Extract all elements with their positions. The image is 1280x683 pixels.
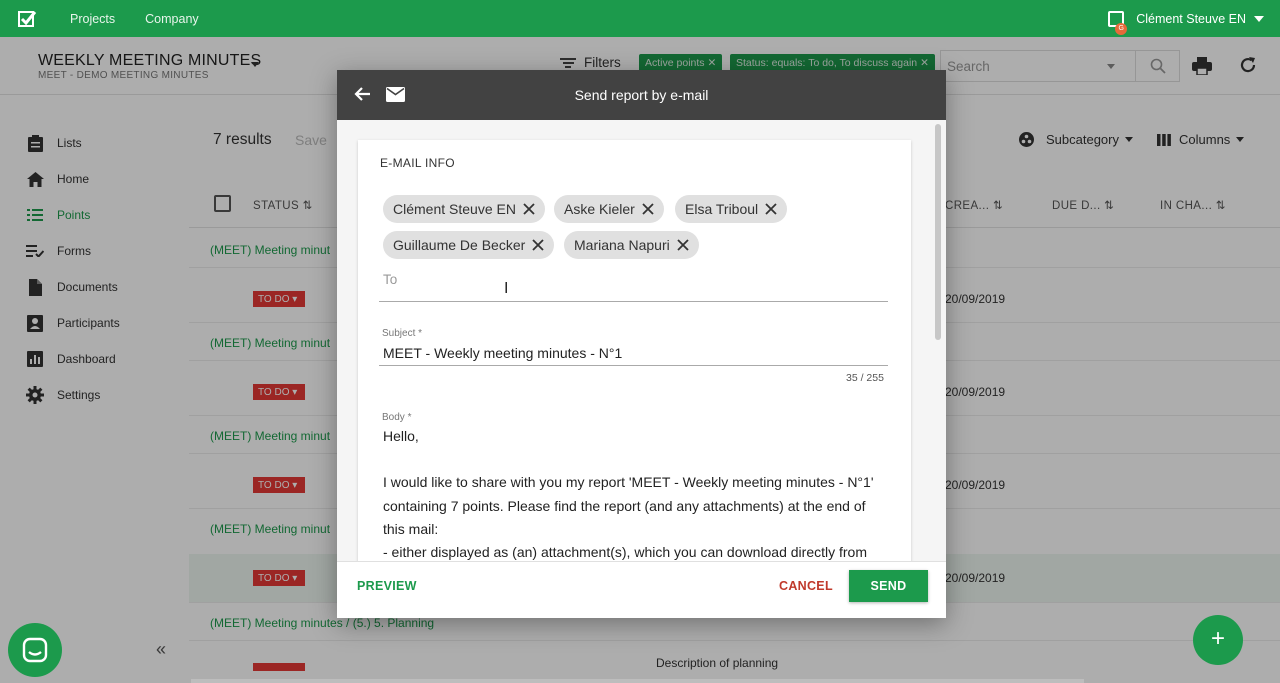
cancel-button[interactable]: CANCEL (779, 579, 833, 593)
user-icon: G (1108, 10, 1128, 35)
send-report-dialog: Send report by e-mail E-MAIL INFO Clémen… (337, 70, 946, 618)
user-badge: G (1115, 22, 1128, 35)
top-bar: Projects Company G Clément Steuve EN (0, 0, 1280, 37)
body-label: Body * (382, 412, 412, 423)
recipient-name: Aske Kieler (564, 201, 635, 217)
vertical-scrollbar[interactable] (935, 124, 941, 340)
email-info-card: E-MAIL INFO Clément Steuve EN Aske Kiele… (358, 140, 911, 561)
body-line: I would like to share with you my report… (383, 474, 874, 491)
body-line: Hello, (383, 428, 419, 444)
nav-company[interactable]: Company (145, 12, 199, 26)
dialog-title: Send report by e-mail (574, 87, 709, 103)
body-line: this mail: (383, 520, 439, 537)
recipient-chip[interactable]: Elsa Triboul (675, 195, 788, 223)
close-icon[interactable] (677, 239, 689, 251)
recipient-chip[interactable]: Mariana Napuri (564, 231, 699, 259)
chat-button[interactable] (8, 623, 62, 677)
subject-input[interactable]: MEET - Weekly meeting minutes - N°1 (383, 345, 622, 361)
chat-icon (22, 637, 48, 663)
recipient-name: Elsa Triboul (685, 201, 759, 217)
recipient-chip[interactable]: Guillaume De Becker (383, 231, 555, 259)
input-underline (379, 301, 888, 302)
recipient-name: Guillaume De Becker (393, 237, 526, 253)
user-menu[interactable]: G Clément Steuve EN (1108, 0, 1264, 37)
close-icon[interactable] (765, 203, 777, 215)
close-icon[interactable] (642, 203, 654, 215)
chevron-down-icon (1254, 15, 1264, 22)
body-textarea[interactable]: Hello, I would like to share with you my… (383, 425, 893, 561)
recipient-name: Clément Steuve EN (393, 201, 516, 217)
horizontal-scrollbar[interactable] (191, 679, 1084, 683)
dialog-footer: PREVIEW CANCEL SEND (337, 561, 946, 618)
input-underline (379, 365, 888, 366)
close-icon[interactable] (532, 239, 544, 251)
send-button[interactable]: SEND (849, 570, 928, 602)
body-line: containing 7 points. Please find the rep… (383, 497, 866, 514)
body-line: - either displayed as (an) attachment(s)… (383, 544, 867, 561)
dialog-body: E-MAIL INFO Clément Steuve EN Aske Kiele… (337, 120, 946, 561)
user-name: Clément Steuve EN (1136, 11, 1246, 26)
to-input[interactable]: To (383, 272, 397, 287)
recipient-chip[interactable]: Clément Steuve EN (383, 195, 545, 223)
recipient-name: Mariana Napuri (574, 237, 670, 253)
text-cursor-icon: I (504, 280, 509, 297)
subject-label: Subject * (382, 328, 423, 339)
plus-icon: + (1210, 625, 1225, 652)
nav-projects[interactable]: Projects (70, 12, 115, 26)
close-icon[interactable] (523, 203, 535, 215)
recipient-chip[interactable]: Aske Kieler (554, 195, 664, 223)
character-counter: 35 / 255 (846, 372, 884, 384)
app-logo-icon[interactable] (16, 8, 38, 30)
body-line (383, 448, 893, 471)
add-point-button[interactable]: + (1193, 615, 1243, 665)
preview-button[interactable]: PREVIEW (357, 579, 417, 593)
section-title: E-MAIL INFO (380, 156, 455, 170)
dialog-header: Send report by e-mail (337, 70, 946, 120)
